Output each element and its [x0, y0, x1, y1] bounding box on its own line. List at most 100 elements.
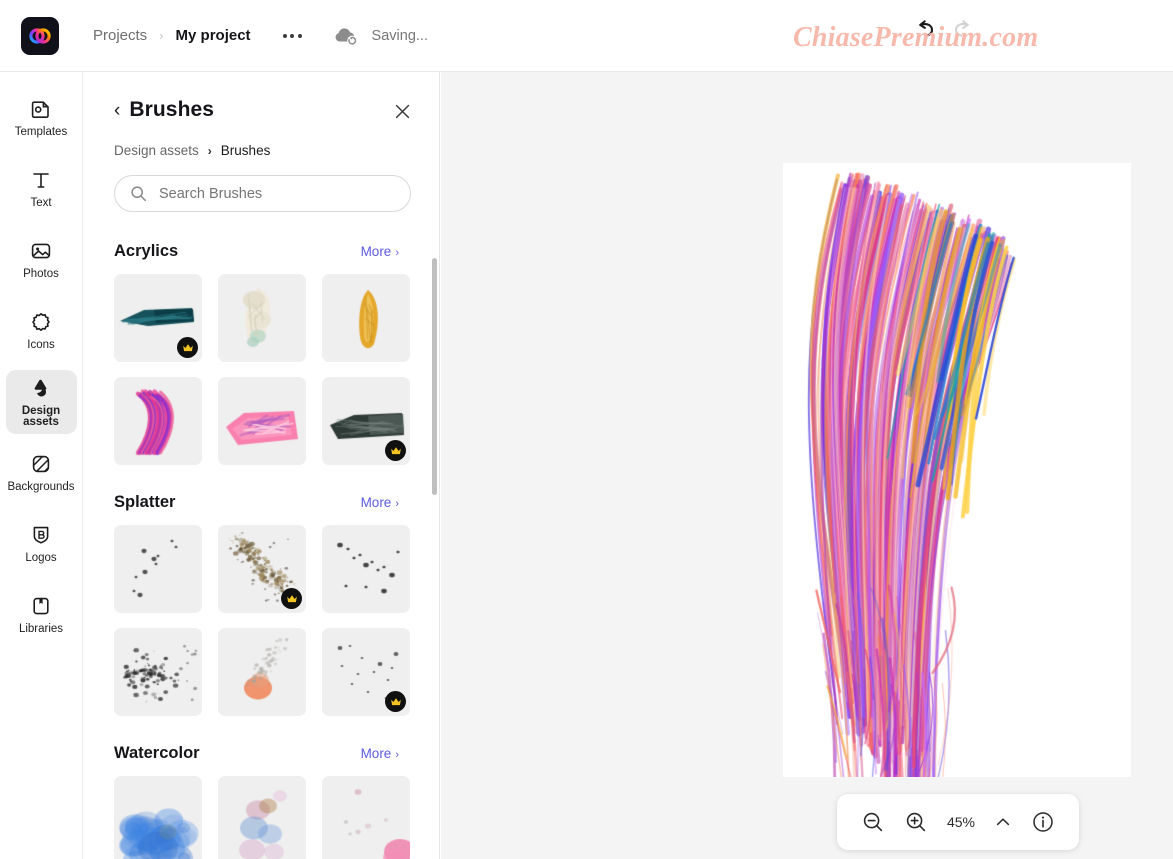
sidebar-item-label: Libraries	[18, 623, 64, 636]
canvas-stage[interactable]: 45%	[441, 72, 1173, 859]
chevron-right-icon: ›	[395, 749, 399, 761]
sidebar-item-label: Photos	[23, 268, 59, 281]
zoom-out-icon[interactable]	[861, 810, 885, 834]
brush-thumbnail	[114, 628, 202, 716]
more-link-label: More	[360, 244, 392, 259]
crown-icon	[390, 697, 401, 705]
brush-tile-sparse-splatter[interactable]	[114, 525, 202, 613]
brush-thumbnail	[322, 274, 410, 362]
brush-tile-pink-acrylic-smear[interactable]	[218, 377, 306, 465]
info-icon[interactable]	[1031, 810, 1055, 834]
save-status: Saving...	[332, 25, 428, 47]
brush-thumbnail	[114, 525, 202, 613]
adobe-creative-cloud-logo[interactable]	[21, 16, 59, 55]
zoom-in-icon[interactable]	[904, 810, 928, 834]
search-input[interactable]	[159, 185, 389, 202]
panel-header: ‹ Brushes Design assets › Brushes	[84, 72, 439, 212]
sidebar-item-backgrounds[interactable]: Backgrounds	[6, 441, 77, 505]
brush-tile-cluster-splatter[interactable]	[114, 628, 202, 716]
search-icon	[131, 186, 146, 202]
brush-tile-pink-watercolor-specks[interactable]	[322, 776, 410, 859]
brush-tile-cream-acrylic-stroke[interactable]	[218, 274, 306, 362]
chevron-up-icon[interactable]	[994, 813, 1012, 831]
close-icon[interactable]	[391, 100, 413, 122]
brushes-panel: ‹ Brushes Design assets › Brushes Search…	[84, 72, 440, 859]
brush-tile-peach-blob-splatter[interactable]	[218, 628, 306, 716]
brush-section: Acrylics More ›	[84, 242, 439, 465]
libraries-icon	[30, 594, 52, 618]
brush-tile-black-acrylic-stroke[interactable]	[322, 377, 410, 465]
panel-breadcrumb: Design assets › Brushes	[114, 143, 417, 158]
chevron-right-icon: ›	[395, 498, 399, 510]
page-title: Brushes	[129, 98, 215, 121]
premium-crown-badge	[177, 337, 198, 358]
brush-section-header: Acrylics More ›	[114, 242, 417, 261]
brush-sections-scroll[interactable]: Acrylics More › Splatter More › Watercolor More…	[84, 222, 439, 859]
brush-section-title: Acrylics	[114, 242, 179, 260]
brush-section-header: Splatter More ›	[114, 493, 417, 512]
brush-grid	[114, 776, 417, 859]
brush-thumbnail	[114, 776, 202, 859]
sidebar-item-libraries[interactable]: Libraries	[6, 583, 77, 647]
search-field[interactable]	[114, 175, 411, 212]
sidebar-item-design-assets[interactable]: Design assets	[5, 370, 77, 434]
brush-section: Splatter More ›	[84, 493, 439, 716]
brush-tile-teal-acrylic-stroke[interactable]	[114, 274, 202, 362]
sidebar-item-label: Templates	[14, 126, 68, 139]
panel-breadcrumb-current: Brushes	[220, 143, 271, 158]
brush-thumbnail	[218, 776, 306, 859]
brush-grid	[114, 525, 417, 716]
brush-thumbnail	[218, 628, 306, 716]
breadcrumb-current-project[interactable]: My project	[176, 27, 251, 44]
brush-tile-gold-acrylic-stroke[interactable]	[322, 274, 410, 362]
ellipsis-icon[interactable]	[279, 28, 306, 44]
design-assets-icon	[30, 376, 52, 400]
icons-icon	[30, 310, 52, 334]
sidebar-item-icons[interactable]: Icons	[6, 299, 77, 363]
crown-icon	[182, 343, 193, 351]
breadcrumb-projects[interactable]: Projects	[93, 27, 147, 44]
brush-thumbnail	[322, 776, 410, 859]
sidebar-item-text[interactable]: Text	[6, 157, 77, 221]
top-bar: Projects › My project Saving... ChiasePr…	[0, 0, 1173, 72]
brush-tile-pink-purple-acrylic[interactable]	[114, 377, 202, 465]
save-status-text: Saving...	[371, 27, 428, 44]
brush-thumbnail	[218, 377, 306, 465]
more-link[interactable]: More ›	[361, 244, 399, 259]
brush-tile-scattered-splatter[interactable]	[322, 628, 410, 716]
sidebar-item-label: Text	[30, 197, 52, 210]
brush-tile-mixed-watercolor-wash[interactable]	[218, 776, 306, 859]
panel-breadcrumb-parent[interactable]: Design assets	[114, 143, 199, 158]
brush-tile-dense-gold-splatter[interactable]	[218, 525, 306, 613]
templates-icon	[30, 97, 52, 121]
crown-icon	[390, 446, 401, 454]
watermark-text: ChiasePremium.com	[793, 22, 1039, 53]
brush-section-header: Watercolor More ›	[114, 744, 417, 763]
more-link[interactable]: More ›	[361, 495, 399, 510]
brush-tile-blue-watercolor-wash[interactable]	[114, 776, 202, 859]
cloud-sync-icon	[335, 27, 357, 46]
zoom-toolbar: 45%	[837, 794, 1079, 850]
panel-breadcrumb-separator: ›	[207, 143, 212, 158]
brush-grid	[114, 274, 417, 465]
panel-scrollbar[interactable]	[432, 258, 437, 495]
logos-icon	[30, 523, 52, 547]
artboard[interactable]	[783, 163, 1131, 777]
more-link-label: More	[360, 495, 392, 510]
sidebar-item-photos[interactable]: Photos	[6, 228, 77, 292]
brush-section-title: Splatter	[114, 493, 176, 511]
chevron-left-icon[interactable]: ‹	[114, 101, 120, 120]
more-link[interactable]: More ›	[361, 746, 399, 761]
photos-icon	[30, 239, 52, 263]
adobe-express-editor: Projects › My project Saving... ChiasePr…	[0, 0, 1173, 859]
crown-icon	[286, 594, 297, 602]
zoom-level-value: 45%	[946, 814, 975, 830]
sidebar-item-logos[interactable]: Logos	[6, 512, 77, 576]
sidebar-item-label: Backgrounds	[7, 481, 75, 494]
sidebar-item-templates[interactable]: Templates	[6, 86, 77, 150]
colorful-paint-brush-stroke-artwork	[783, 163, 1131, 777]
more-link-label: More	[360, 746, 392, 761]
backgrounds-icon	[30, 452, 52, 476]
sidebar-item-label: Logos	[25, 552, 57, 565]
brush-tile-diagonal-splatter[interactable]	[322, 525, 410, 613]
